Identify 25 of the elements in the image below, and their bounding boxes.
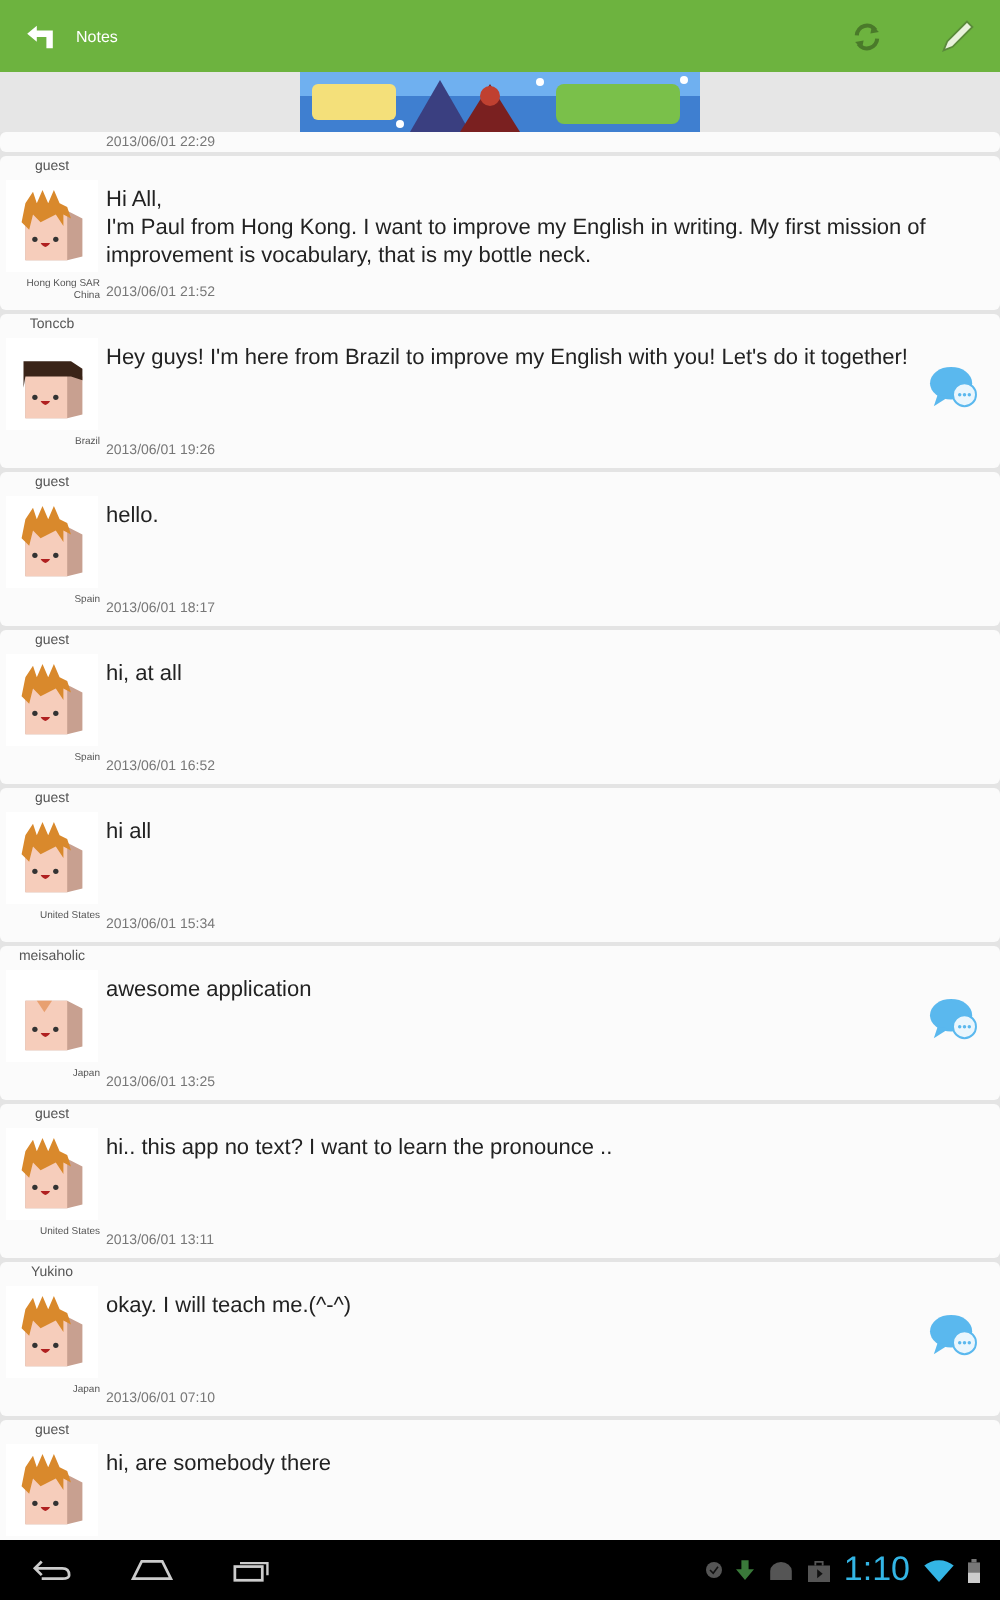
post-message: hello. [106,502,161,532]
speech-bubble-icon[interactable] [928,364,978,410]
pencil-icon[interactable] [940,18,976,54]
speech-bubble-icon[interactable] [928,996,978,1042]
refresh-icon[interactable] [850,19,884,53]
home-icon[interactable] [128,1558,176,1582]
recent-apps-icon[interactable] [230,1558,274,1582]
check-icon [705,1562,722,1578]
download-icon [735,1559,754,1581]
post-message: hi all [106,818,154,848]
post-message: awesome application [106,976,314,1006]
wifi-icon [924,1559,954,1581]
post-message: hi, at all [106,660,184,690]
speech-bubble-icon[interactable] [928,1312,978,1358]
clock-time: 1:10 [843,1550,910,1590]
screen-title: Notes [76,27,118,45]
post-message: hi.. this app no text? I want to learn the pronounce .. [106,1134,615,1164]
post-message: hi, are somebody there [106,1450,334,1480]
post-message: Hey guys! I'm here from Brazil to improve my English with you! Let's do it together! [106,344,910,374]
post-message: Hi All, I'm Paul from Hong Kong. I want to improve my English in writing. My first mission of improvement is vocabulary, that is my bottle neck. [106,186,928,272]
back-icon[interactable] [30,1558,74,1582]
back-arrow-icon[interactable] [24,23,56,49]
battery-icon [968,1557,980,1583]
shopping-bag-icon [807,1559,830,1581]
post-message: okay. I will teach me.(^-^) [106,1292,354,1322]
